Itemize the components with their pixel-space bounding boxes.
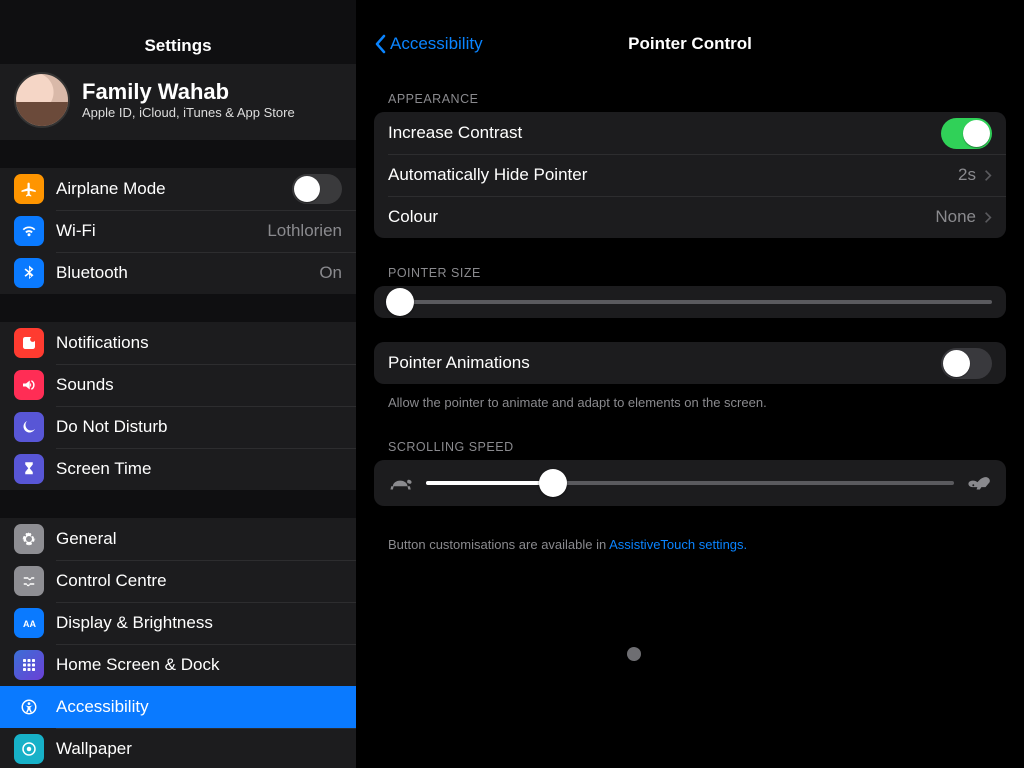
display-label: Display & Brightness: [56, 613, 213, 633]
sidebar-item-dnd[interactable]: Do Not Disturb: [0, 406, 356, 448]
wifi-menu-icon: [14, 216, 44, 246]
increase-contrast-label: Increase Contrast: [388, 123, 522, 143]
chevron-right-icon: [984, 211, 992, 224]
sidebar-item-display[interactable]: AA Display & Brightness: [0, 602, 356, 644]
tortoise-icon: [388, 474, 414, 492]
hare-icon: [966, 474, 992, 492]
assistivetouch-link[interactable]: AssistiveTouch settings.: [609, 537, 747, 552]
notifications-icon: [14, 328, 44, 358]
pointer-animations-toggle[interactable]: [941, 348, 992, 379]
appearance-header: APPEARANCE: [374, 64, 1006, 112]
back-label: Accessibility: [390, 34, 483, 54]
bluetooth-value: On: [319, 263, 342, 283]
pointer-animations-row[interactable]: Pointer Animations: [374, 342, 1006, 384]
pointer-animations-label: Pointer Animations: [388, 353, 530, 373]
wifi-label: Wi-Fi: [56, 221, 96, 241]
scrolling-speed-card: [374, 460, 1006, 506]
colour-value: None: [935, 207, 976, 227]
auto-hide-value: 2s: [958, 165, 976, 185]
moon-icon: [14, 412, 44, 442]
sounds-icon: [14, 370, 44, 400]
sidebar-item-wifi[interactable]: Wi-Fi Lothlorien: [0, 210, 356, 252]
increase-contrast-row[interactable]: Increase Contrast: [374, 112, 1006, 154]
sidebar-item-control-centre[interactable]: Control Centre: [0, 560, 356, 602]
svg-text:AA: AA: [23, 619, 36, 629]
chevron-left-icon: [374, 34, 388, 54]
accessibility-label: Accessibility: [56, 697, 149, 717]
scrolling-speed-header: SCROLLING SPEED: [374, 412, 1006, 460]
accessibility-icon: [14, 692, 44, 722]
detail-pane: Accessibility Pointer Control APPEARANCE…: [356, 0, 1024, 768]
sounds-label: Sounds: [56, 375, 114, 395]
avatar: [14, 72, 70, 128]
assistivetouch-footer: Button customisations are available in A…: [374, 506, 1006, 554]
airplane-toggle[interactable]: [292, 174, 342, 204]
apple-id-row[interactable]: Family Wahab Apple ID, iCloud, iTunes & …: [0, 64, 356, 140]
sidebar-item-wallpaper[interactable]: Wallpaper: [0, 728, 356, 768]
airplane-label: Airplane Mode: [56, 179, 166, 199]
sidebar-item-screentime[interactable]: Screen Time: [0, 448, 356, 490]
sidebar-item-accessibility[interactable]: Accessibility: [0, 686, 356, 728]
animations-footer: Allow the pointer to animate and adapt t…: [374, 384, 1006, 412]
colour-label: Colour: [388, 207, 438, 227]
screentime-label: Screen Time: [56, 459, 151, 479]
pointer-size-slider[interactable]: [388, 300, 992, 304]
colour-row[interactable]: Colour None: [374, 196, 1006, 238]
general-label: General: [56, 529, 116, 549]
hourglass-icon: [14, 454, 44, 484]
control-centre-label: Control Centre: [56, 571, 167, 591]
bluetooth-icon: [14, 258, 44, 288]
sidebar-item-airplane-mode[interactable]: Airplane Mode: [0, 168, 356, 210]
sidebar-item-home-screen[interactable]: Home Screen & Dock: [0, 644, 356, 686]
settings-sidebar: Settings Family Wahab Apple ID, iCloud, …: [0, 0, 356, 768]
gear-icon: [14, 524, 44, 554]
airplane-icon: [14, 174, 44, 204]
pointer-cursor: [627, 647, 641, 661]
grid-icon: [14, 650, 44, 680]
auto-hide-row[interactable]: Automatically Hide Pointer 2s: [374, 154, 1006, 196]
sidebar-item-general[interactable]: General: [0, 518, 356, 560]
pointer-size-slider-card: [374, 286, 1006, 318]
footer-pretext: Button customisations are available in: [388, 537, 609, 552]
scrolling-speed-slider[interactable]: [426, 481, 954, 485]
wallpaper-label: Wallpaper: [56, 739, 132, 759]
pointer-size-header: POINTER SIZE: [374, 238, 1006, 286]
home-screen-label: Home Screen & Dock: [56, 655, 219, 675]
sidebar-item-sounds[interactable]: Sounds: [0, 364, 356, 406]
sidebar-item-notifications[interactable]: Notifications: [0, 322, 356, 364]
back-button[interactable]: Accessibility: [374, 34, 483, 54]
chevron-right-icon: [984, 169, 992, 182]
sidebar-item-bluetooth[interactable]: Bluetooth On: [0, 252, 356, 294]
display-icon: AA: [14, 608, 44, 638]
wifi-value: Lothlorien: [267, 221, 342, 241]
sliders-icon: [14, 566, 44, 596]
wallpaper-icon: [14, 734, 44, 764]
sidebar-title: Settings: [0, 0, 356, 64]
profile-name: Family Wahab: [82, 79, 295, 105]
increase-contrast-toggle[interactable]: [941, 118, 992, 149]
detail-title: Pointer Control: [628, 34, 752, 54]
notifications-label: Notifications: [56, 333, 149, 353]
bluetooth-label: Bluetooth: [56, 263, 128, 283]
profile-subtitle: Apple ID, iCloud, iTunes & App Store: [82, 105, 295, 120]
dnd-label: Do Not Disturb: [56, 417, 167, 437]
auto-hide-label: Automatically Hide Pointer: [388, 165, 587, 185]
